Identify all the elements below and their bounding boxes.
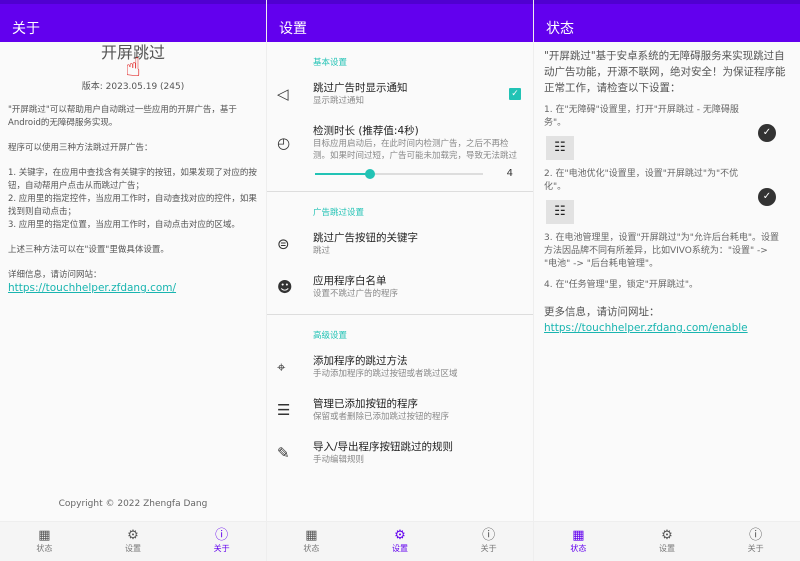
- app-bar-title: 关于: [0, 0, 266, 42]
- step-accessibility: 1. 在"无障碍"设置里，打开"开屏跳过 - 无障碍服务"。 ✓: [544, 104, 790, 142]
- battery-settings-button[interactable]: ☷: [546, 200, 574, 224]
- intro-text: "开屏跳过"可以帮助用户自动跳过一些应用的开屏广告，基于Android的无障碍服…: [8, 105, 237, 128]
- setting-notify[interactable]: ◁ 跳过广告时显示通知 显示跳过通知 ✓: [267, 72, 533, 115]
- setting-keyword[interactable]: ⊜ 跳过广告按钮的关键字 跳过: [267, 222, 533, 265]
- crosshair-icon: ⌖: [277, 357, 286, 376]
- nav-about[interactable]: ⓘ 关于: [444, 522, 533, 561]
- app-bar-title: 状态: [534, 0, 800, 42]
- bottom-nav: ▦ 状态 ⚙ 设置 ⓘ 关于: [0, 521, 266, 561]
- smiley-icon: ☻: [277, 277, 293, 296]
- copyright: Copyright © 2022 Zhengfa Dang: [58, 499, 208, 509]
- step-battery-management: 3. 在电池管理里，设置"开屏跳过"为"允许后台耗电"。设置方法因品牌不同有所差…: [544, 233, 780, 269]
- settings-note: 上述三种方法可以在"设置"里做具体设置。: [8, 245, 169, 255]
- gear-icon: ⚙: [661, 528, 673, 543]
- bottom-nav: ▦ 状态 ⚙ 设置 ⓘ 关于: [267, 521, 533, 561]
- website-link[interactable]: https://touchhelper.zfdang.com/: [8, 282, 176, 294]
- nav-status[interactable]: ▦ 状态: [0, 522, 89, 561]
- dashboard-icon: ▦: [38, 528, 51, 543]
- status-intro: "开屏跳过"基于安卓系统的无障碍服务来实现跳过自动广告功能，开源不联网，绝对安全…: [544, 50, 786, 94]
- search-word-icon: ⊜: [277, 234, 290, 253]
- dashboard-icon: ▦: [572, 528, 585, 543]
- detail-label: 详细信息，请访问网站：: [8, 270, 102, 280]
- nav-about[interactable]: ⓘ 关于: [177, 522, 266, 561]
- megaphone-icon: ◁: [277, 84, 289, 103]
- about-screen: 关于 开屏跳过 ☝ 版本: 2023.05.19 (245) "开屏跳过"可以帮…: [0, 0, 267, 561]
- setting-duration: ◴ 检测时长 (推荐值:4秒) 目标应用启动后，在此时间内检测广告，之后不再检测。如…: [277, 125, 518, 161]
- settings-screen: 设置 基本设置 ◁ 跳过广告时显示通知 显示跳过通知 ✓ ◴ 检测时长 (推荐值:4秒)…: [267, 0, 534, 561]
- duration-slider[interactable]: [315, 168, 483, 179]
- gear-icon: ⚙: [394, 528, 406, 543]
- setting-whitelist[interactable]: ☻ 应用程序白名单 设置不跳过广告的程序: [267, 265, 533, 308]
- info-icon: ⓘ: [482, 528, 496, 543]
- tune-icon: ☷: [554, 204, 566, 219]
- app-bar-title: 设置: [267, 0, 533, 42]
- notify-checkbox[interactable]: ✓: [509, 87, 521, 100]
- slider-thumb[interactable]: [365, 168, 376, 179]
- tree-list-icon: ☰: [277, 400, 291, 419]
- section-basic: 基本设置: [313, 58, 348, 68]
- enable-link[interactable]: https://touchhelper.zfdang.com/enable: [544, 322, 748, 334]
- info-icon: ⓘ: [215, 528, 229, 543]
- bottom-nav: ▦ 状态 ⚙ 设置 ⓘ 关于: [534, 521, 800, 561]
- section-advanced: 高级设置: [313, 331, 348, 341]
- tap-hand-logo-icon: ☝: [125, 53, 141, 83]
- more-info-label: 更多信息，请访问网址：: [544, 306, 660, 318]
- status-screen: 状态 "开屏跳过"基于安卓系统的无障碍服务来实现跳过自动广告功能，开源不联网，绝…: [534, 0, 800, 561]
- check-circle-icon: ✓: [758, 124, 776, 142]
- duration-value: 4: [506, 168, 513, 179]
- setting-manage[interactable]: ☰ 管理已添加按钮的程序 保留或者删除已添加跳过按钮的程序: [267, 388, 533, 431]
- tune-icon: ☷: [554, 140, 566, 155]
- nav-settings[interactable]: ⚙ 设置: [89, 522, 178, 561]
- info-icon: ⓘ: [749, 528, 763, 543]
- nav-status[interactable]: ▦ 状态: [267, 522, 356, 561]
- timer-icon: ◴: [277, 133, 291, 152]
- pencil-icon: ✎: [277, 443, 290, 462]
- setting-add-method[interactable]: ⌖ 添加程序的跳过方法 手动添加程序的跳过按钮或者跳过区域: [267, 345, 533, 388]
- setting-import[interactable]: ✎ 导入/导出程序按钮跳过的规则 手动编辑规则: [267, 431, 533, 474]
- gear-icon: ⚙: [127, 528, 139, 543]
- accessibility-settings-button[interactable]: ☷: [546, 136, 574, 160]
- nav-about[interactable]: ⓘ 关于: [711, 522, 800, 561]
- step-task-lock: 4. 在"任务管理"里，锁定"开屏跳过"。: [544, 280, 699, 290]
- nav-settings[interactable]: ⚙ 设置: [623, 522, 712, 561]
- version-text: 版本: 2023.05.19 (245): [81, 82, 185, 92]
- check-circle-icon: ✓: [758, 188, 776, 206]
- section-skip: 广告跳过设置: [313, 208, 365, 218]
- methods-title: 程序可以使用三种方法跳过开屏广告：: [8, 143, 153, 153]
- methods-list: 1. 关键字，在应用中查找含有关键字的按钮，如果发现了对应的按钮，自动帮用户点击…: [8, 168, 257, 230]
- step-battery-optimization: 2. 在"电池优化"设置里，设置"开屏跳过"为"不优化"。 ✓: [544, 168, 790, 206]
- nav-settings[interactable]: ⚙ 设置: [356, 522, 445, 561]
- dashboard-icon: ▦: [305, 528, 318, 543]
- nav-status[interactable]: ▦ 状态: [534, 522, 623, 561]
